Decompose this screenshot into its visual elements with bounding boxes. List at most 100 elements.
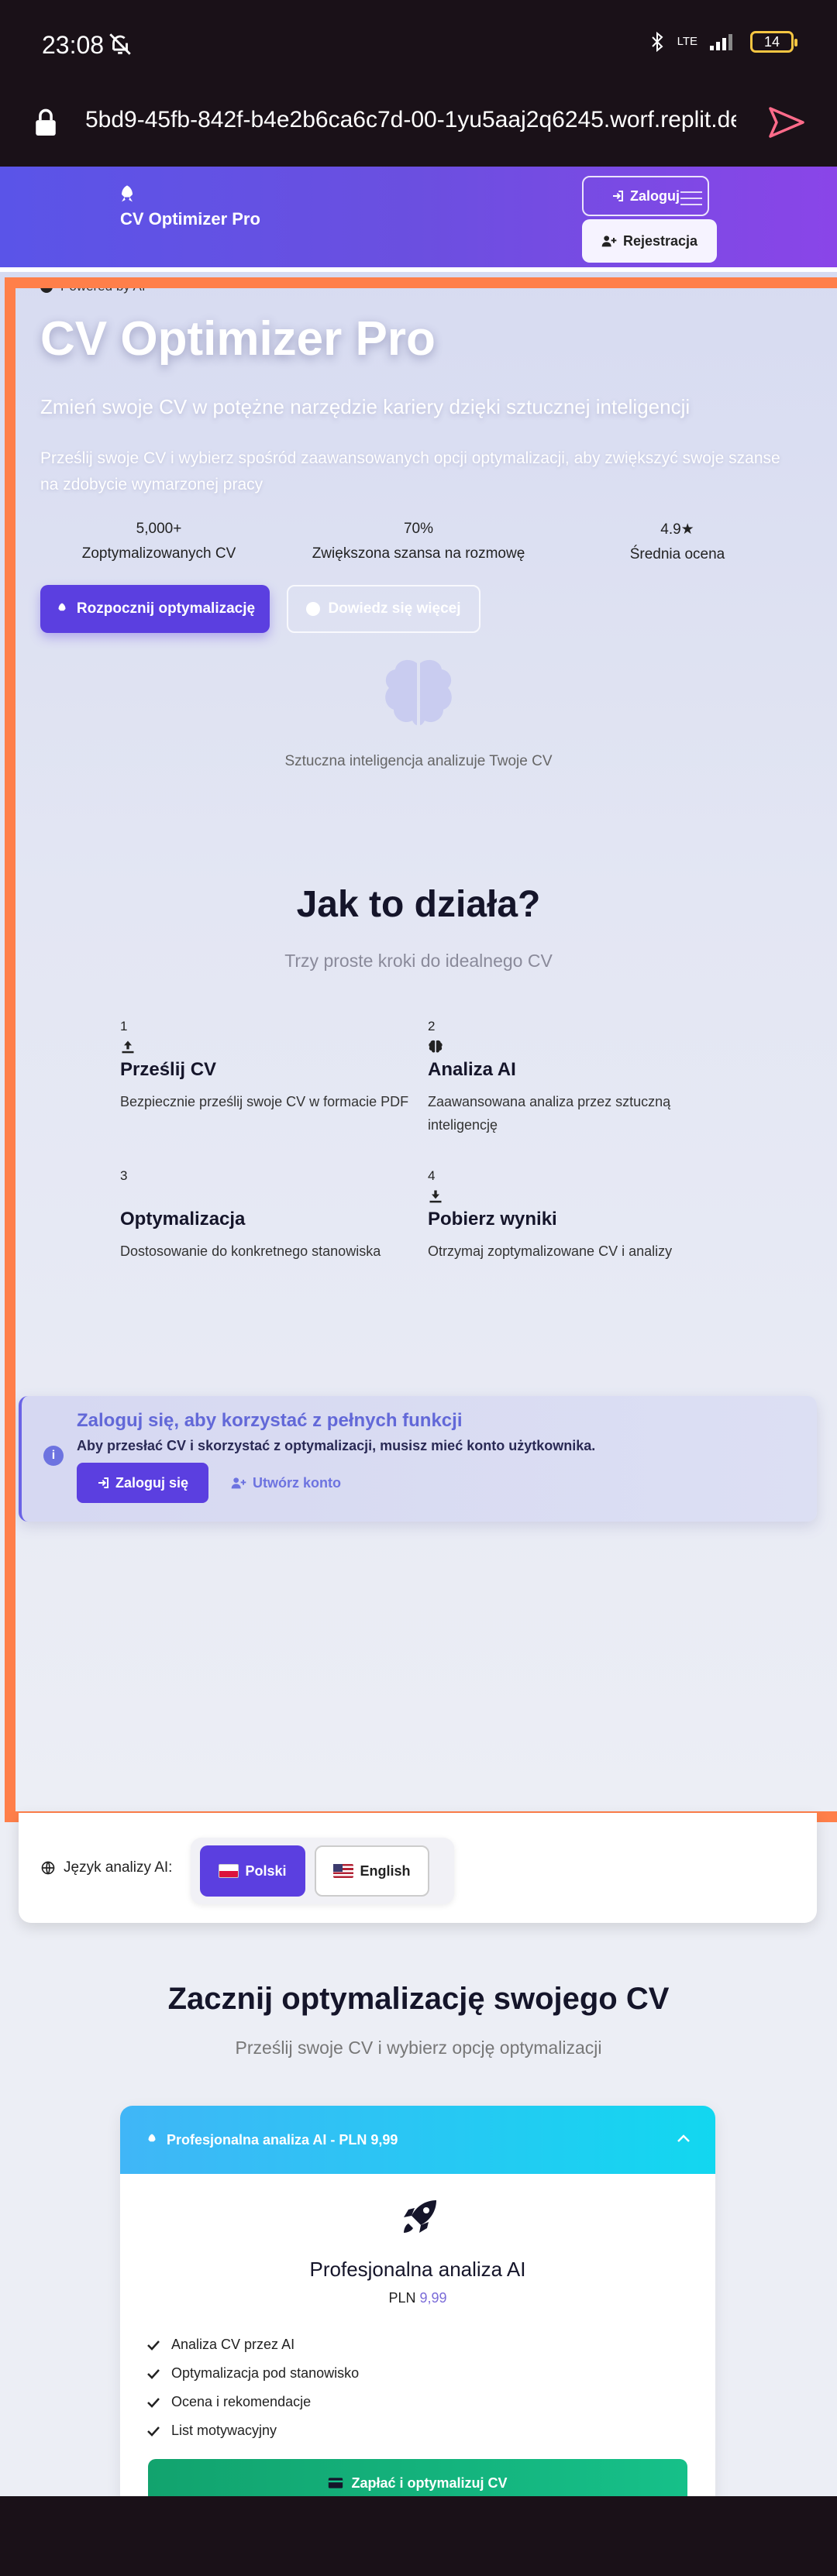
step-analysis: 2 Analiza AI Zaawansowana analiza przez … [428,1019,722,1137]
offer-header-label: Profesjonalna analiza AI - PLN 9,99 [167,2131,398,2148]
start-optimization-button[interactable]: Rozpocznij optymalizację [40,585,270,633]
stat-value: 5,000+ [136,521,182,537]
usa-flag-icon [333,1864,354,1878]
powered-badge-label: Powered by AI [60,279,146,294]
language-en-label: English [360,1862,411,1879]
create-account-button[interactable]: Utwórz konto [231,1463,341,1503]
offer-features: Analiza CV przez AI Optymalizacja pod st… [146,2330,359,2445]
stat-value: 70% [403,521,434,537]
url-field[interactable]: 5bd9-45fb-842f-b4e2b6ca6c7d-00-1yu5aaj2q… [85,107,736,133]
step-upload: 1 Prześlij CV Bezpiecznie prześlij swoje… [120,1019,415,1113]
brain-icon [429,1040,443,1053]
rocket-icon [58,603,66,611]
nav-register-button[interactable]: Rejestracja [582,219,717,263]
lock-icon [36,108,56,136]
pay-button-label: Zapłać i optymalizuj CV [351,2475,508,2491]
login-button-label: Zaloguj się [115,1474,189,1491]
step-number: 1 [120,1019,128,1033]
login-notice: i Zaloguj się, aby korzystać z pełnych f… [19,1396,817,1522]
how-it-works-title: Jak to działa? [296,884,541,925]
offer-card: Profesjonalna analiza AI - PLN 9,99 Prof… [120,2106,715,2509]
login-notice-text: Aby przesłać CV i skorzystać z optymaliz… [77,1438,596,1453]
poland-flag-icon [219,1864,239,1878]
signal-icon [710,34,732,50]
check-icon [147,2368,160,2379]
battery-icon: 14 [750,31,797,53]
stat-label: Zoptymalizowanych CV [81,545,236,562]
status-time: 23:08 [42,31,105,59]
check-icon [147,2426,160,2437]
app-navbar: CV Optimizer Pro Zaloguj Rejestracja [0,167,837,267]
language-option-pl[interactable]: Polski [200,1845,305,1897]
login-button[interactable]: Zaloguj się [77,1463,208,1503]
language-toggle-group: Polski English [191,1838,454,1904]
brain-icon [385,659,452,725]
step-desc: Dostosowanie do konkretnego stanowiska [120,1243,381,1259]
language-option-en[interactable]: English [315,1845,429,1897]
brain-badge-icon [40,280,53,293]
chevron-up-icon[interactable] [677,2134,691,2143]
offer-currency: PLN [388,2290,416,2306]
powered-badge: Powered by AI [40,279,146,294]
offer-header[interactable]: Profesjonalna analiza AI - PLN 9,99 [120,2106,715,2174]
step-optimization: 3 Optymalizacja Dostosowanie do konkretn… [120,1168,415,1263]
offer-amount: 9,99 [419,2290,447,2306]
sign-in-icon [613,191,623,201]
language-label: Język analizy AI: [40,1859,172,1876]
step-title: Pobierz wyniki [428,1209,557,1230]
sign-in-icon [98,1477,108,1488]
brand-name[interactable]: CV Optimizer Pro [120,209,260,229]
ai-caption: Sztuczna inteligencja analizuje Twoje CV [284,753,553,769]
feature-label: List motywacyjny [171,2423,277,2438]
start-optimization-label: Rozpocznij optymalizację [76,600,256,617]
login-notice-title: Zaloguj się, aby korzystać z pełnych fun… [77,1410,463,1431]
language-selector-card: Język analizy AI: Polski English [19,1813,817,1923]
status-bar: 23:08 LTE 14 [0,0,837,93]
credit-card-icon [329,2478,343,2488]
blank-icon [120,1188,136,1204]
download-icon [429,1190,442,1203]
stat-rating: 4.9★ Średnia ocena [561,521,794,563]
learn-more-button[interactable]: Dowiedz się więcej [287,585,480,633]
rocket-icon [122,185,133,202]
step-title: Analiza AI [428,1059,516,1080]
step-desc: Zaawansowana analiza przez sztuczną inte… [428,1094,671,1133]
list-item: Analiza CV przez AI [146,2330,359,2359]
offer-price: PLN 9,99 [120,2290,715,2306]
step-number: 3 [120,1168,128,1183]
language-pl-label: Polski [245,1862,287,1879]
step-title: Prześlij CV [120,1059,217,1080]
battery-level: 14 [763,33,780,50]
feature-label: Ocena i rekomendacje [171,2394,312,2409]
hero-title: CV Optimizer Pro [40,312,436,366]
stat-label: Średnia ocena [629,546,725,562]
user-plus-icon [231,1477,246,1489]
step-desc: Bezpiecznie prześlij swoje CV w formacie… [120,1094,409,1109]
step-download: 4 Pobierz wyniki Otrzymaj zoptymalizowan… [428,1168,722,1263]
nav-register-label: Rejestracja [622,232,698,249]
list-item: Optymalizacja pod stanowisko [146,2359,359,2388]
step-title: Optymalizacja [120,1209,246,1230]
start-section-subtitle: Prześlij swoje CV i wybierz opcję optyma… [235,2038,602,2058]
list-item: List motywacyjny [146,2416,359,2445]
globe-icon [41,1861,55,1875]
send-icon[interactable] [767,105,806,139]
menu-toggle-icon[interactable] [680,191,702,207]
feature-label: Analiza CV przez AI [171,2337,295,2352]
info-icon [306,602,321,616]
stat-interview: 70% Zwiększona szansa na rozmowę [302,521,535,562]
browser-url-bar: 5bd9-45fb-842f-b4e2b6ca6c7d-00-1yu5aaj2q… [0,93,837,167]
step-desc: Otrzymaj zoptymalizowane CV i analizy [428,1243,673,1259]
list-item: Ocena i rekomendacje [146,2388,359,2416]
check-icon [147,2397,160,2408]
rocket-icon [148,2134,156,2142]
start-section-title: Zacznij optymalizację swojego CV [167,1982,670,2016]
offer-title: Profesjonalna analiza AI [309,2258,526,2281]
feature-label: Optymalizacja pod stanowisko [171,2365,360,2381]
info-icon: i [43,1446,64,1466]
check-icon [147,2340,160,2351]
language-label-text: Język analizy AI: [64,1859,173,1876]
hero-description: Prześlij swoje CV i wybierz spośród zaaw… [40,449,780,494]
stat-cvs: 5,000+ Zoptymalizowanych CV [43,521,275,562]
how-it-works-subtitle: Trzy proste kroki do idealnego CV [284,951,553,971]
